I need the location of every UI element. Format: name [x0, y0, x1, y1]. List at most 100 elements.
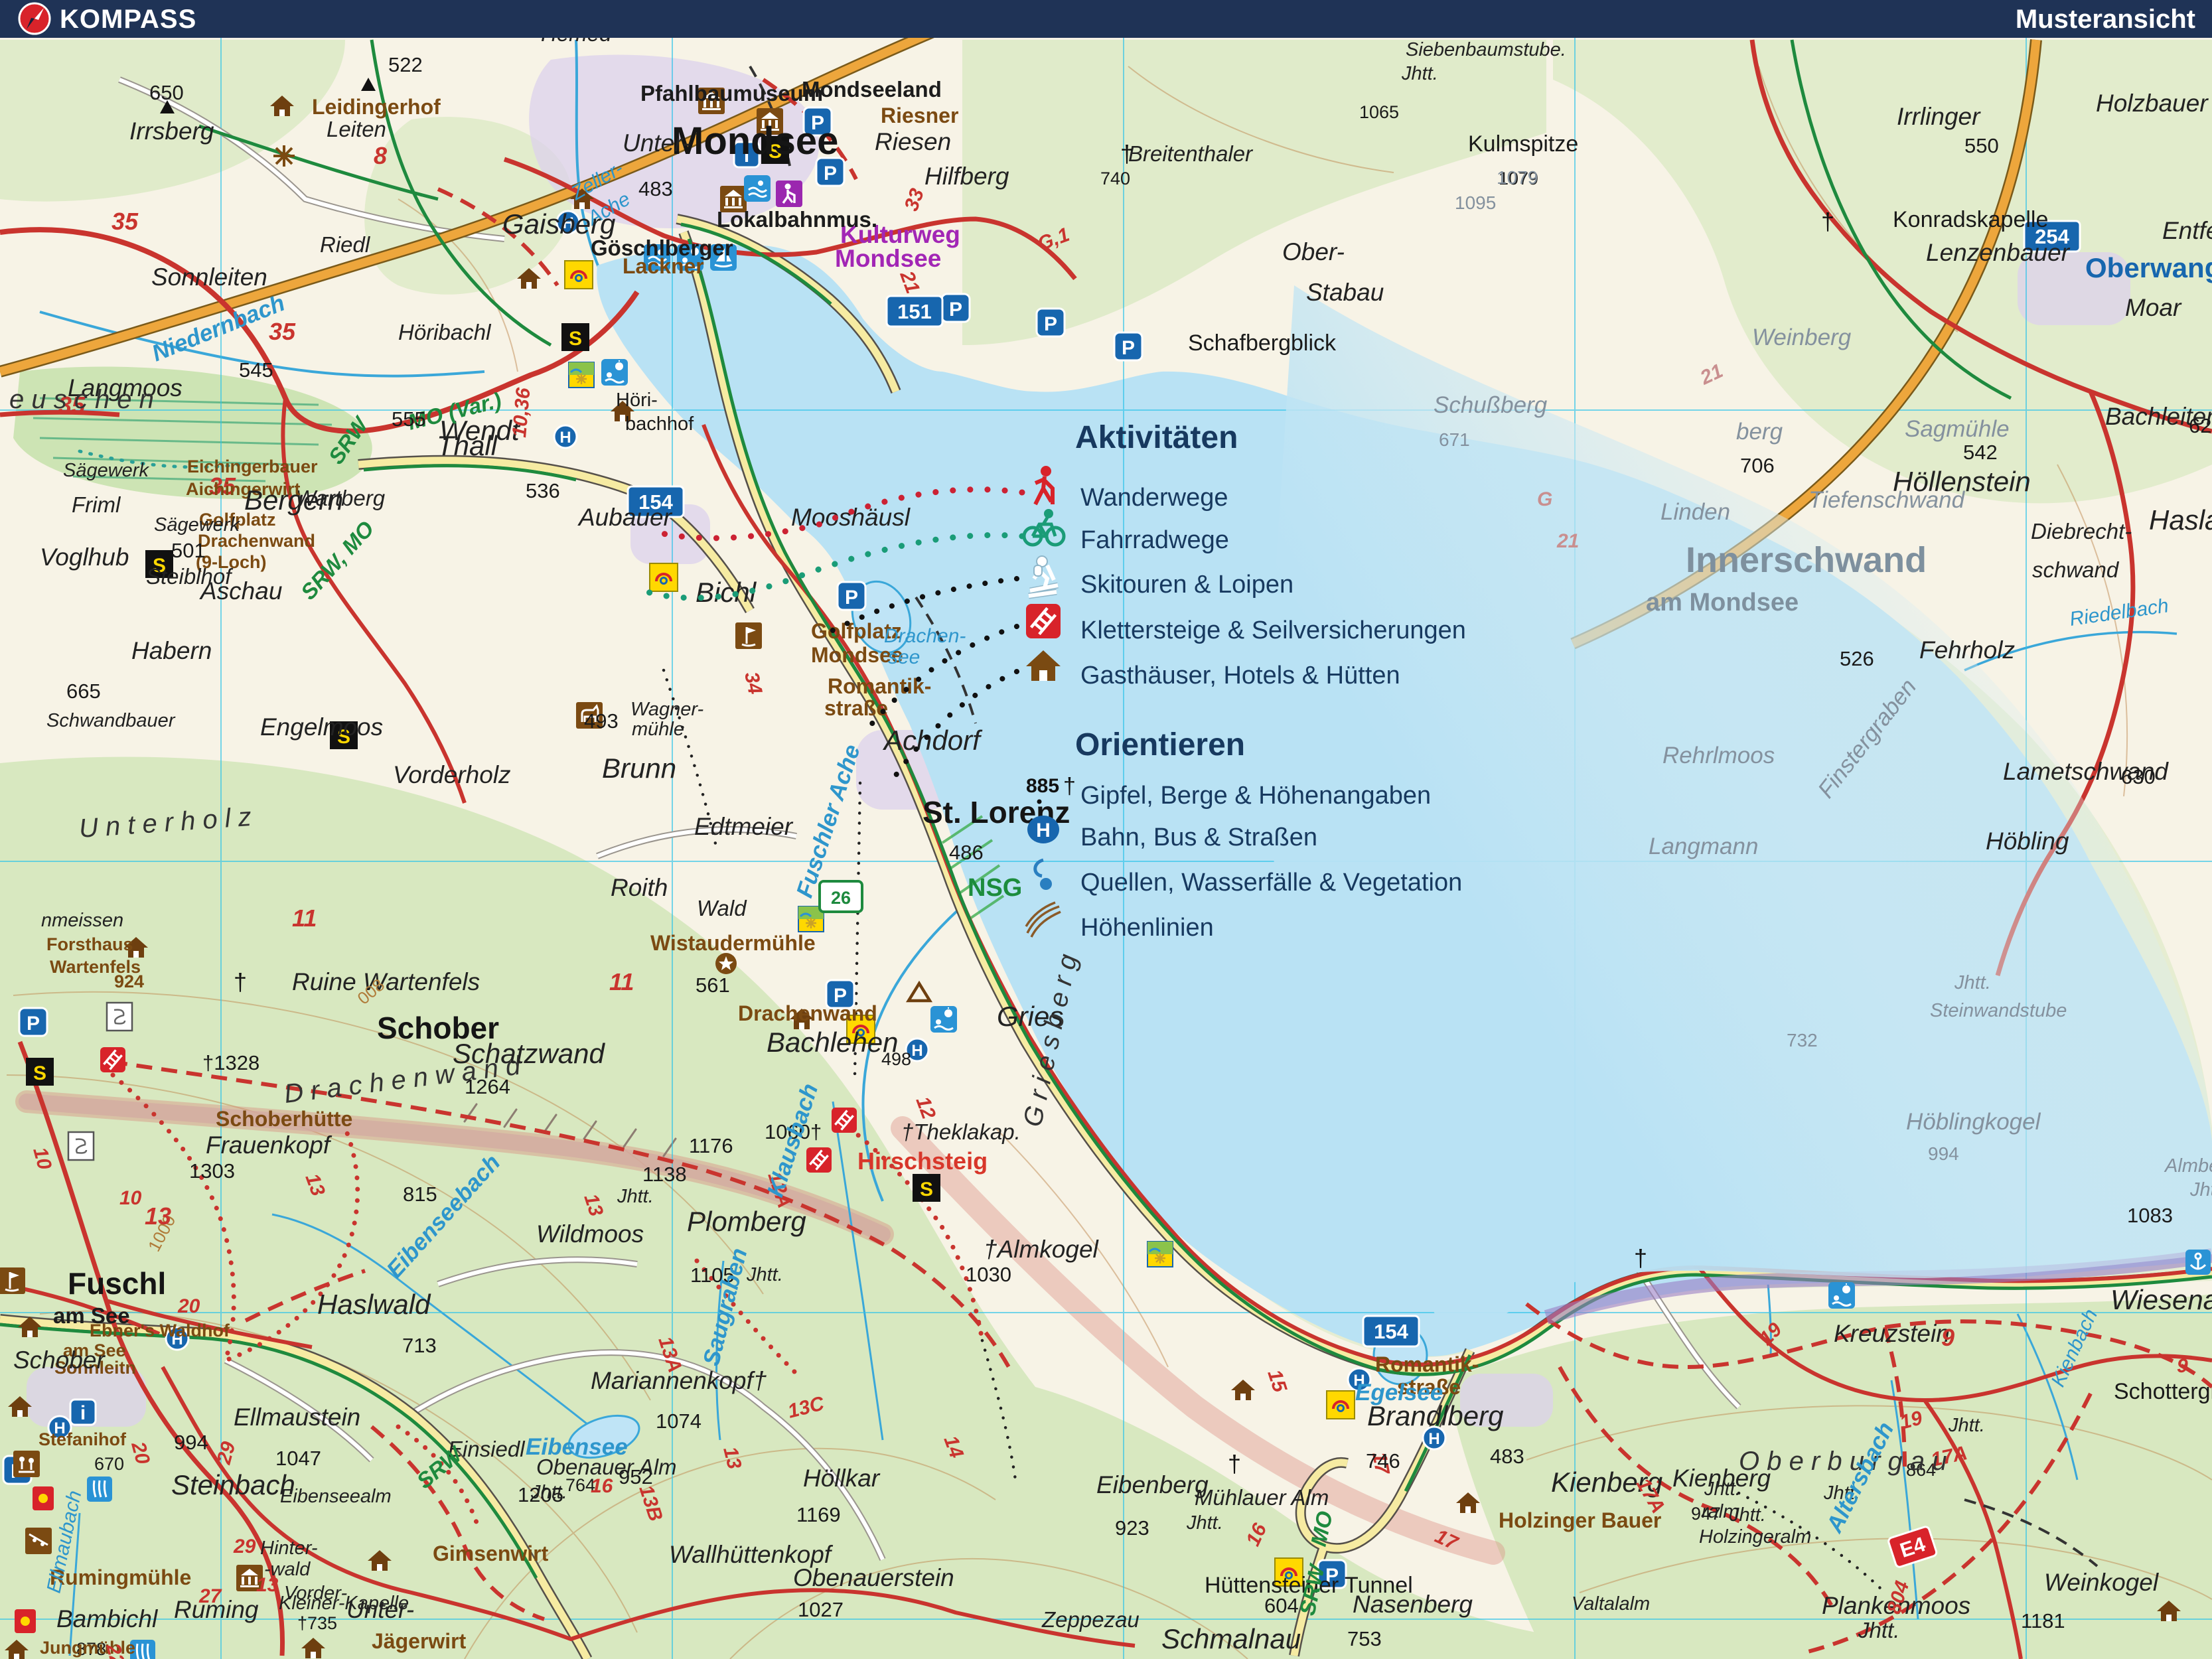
legend-activities-title: Aktivitäten	[1075, 420, 1238, 455]
map-label: Linden	[1660, 499, 1730, 525]
map-label: Höribachl	[398, 320, 492, 344]
map-label: 35	[269, 318, 296, 345]
map-label: Rumingmühle	[50, 1565, 191, 1589]
postbus-icon	[565, 261, 593, 289]
map-label: Lackner	[623, 254, 704, 278]
map-label: Eichingerbauer	[187, 457, 318, 476]
map-label: 35	[111, 208, 139, 235]
map-label: †1328	[202, 1051, 259, 1074]
map-label: Jhtt.	[530, 1482, 567, 1503]
map-label: Holzingeralm	[1699, 1526, 1811, 1548]
golf-icon	[0, 1267, 25, 1294]
map-label: Gaisberg	[502, 208, 615, 240]
map-label: Konradskapelle	[1893, 207, 2048, 232]
map-label: †	[1821, 208, 1834, 235]
map-label: Kulmspitze	[1468, 131, 1578, 157]
map-label: 650	[149, 81, 184, 104]
ski-lift-icon	[25, 1528, 52, 1554]
map-label: Schottergrube	[2114, 1379, 2212, 1404]
map-label: Breitenthaler	[1128, 141, 1254, 166]
svg-text:Klettersteige & Seilversicheru: Klettersteige & Seilversicherungen	[1080, 616, 1466, 644]
map-label: Wald	[697, 896, 747, 920]
map-label: 522	[388, 53, 423, 76]
map-label: Mondseeland	[802, 77, 942, 102]
map-label: Lenzenbauer	[1926, 239, 2071, 266]
map-label: NSG	[968, 874, 1022, 902]
map-label: Leiten	[327, 117, 386, 141]
map-label: 1047	[275, 1447, 321, 1470]
windmill-icon	[273, 145, 295, 167]
map-label: Langmann	[1649, 833, 1758, 859]
beach-icon	[930, 1006, 957, 1033]
ski-route-marker-icon	[1147, 1242, 1173, 1267]
map-label: 11	[609, 968, 634, 995]
map-label: Weinberg	[1752, 325, 1852, 350]
map-label: -wald	[264, 1559, 311, 1580]
map-label: Eibenseealm	[280, 1486, 392, 1507]
map-label: am Mondsee	[1646, 589, 1799, 616]
map-label: 21	[1556, 530, 1579, 552]
map-label: Stabau	[1306, 279, 1384, 306]
map-label: Höblingkogel	[1906, 1109, 2041, 1135]
ski-school-icon	[26, 1058, 54, 1086]
map-label: 1030	[966, 1263, 1011, 1286]
map-label: Bergern	[244, 484, 343, 516]
map-label: Friml	[72, 492, 121, 517]
map-label: Holzbauer	[2096, 90, 2209, 117]
map-label: 994	[174, 1431, 208, 1454]
map-label: 1074	[656, 1409, 701, 1433]
svg-text:Wanderwege: Wanderwege	[1080, 484, 1228, 512]
map-label: Jhtt.	[1954, 972, 1991, 993]
page-title: Musteransicht	[2016, 5, 2195, 34]
svg-text:885: 885	[1026, 775, 1059, 797]
map-label: Hirschsteig	[857, 1147, 988, 1175]
map-label: 1169	[796, 1503, 841, 1526]
map-label: 1083	[2127, 1204, 2173, 1227]
bus-stop-icon: H	[1027, 816, 1059, 843]
map-label: Steinbach	[171, 1469, 295, 1500]
map-label: 526	[1840, 647, 1874, 670]
map-label: Stefanihof	[38, 1429, 127, 1449]
map-label: Schober	[13, 1346, 106, 1374]
map-label: Bichl	[696, 577, 757, 608]
map-label: Höri-	[616, 390, 658, 411]
map-canvas[interactable]: P H S i	[0, 0, 2212, 1659]
map-label: 1176	[689, 1134, 733, 1157]
map-label: Moar	[2125, 294, 2182, 321]
map-label: 486	[949, 841, 984, 864]
map-label: 1181	[2021, 1609, 2065, 1632]
map-label: Jhtt.	[1401, 63, 1438, 84]
map-label: †Theklakap.	[901, 1119, 1021, 1144]
map-label: Wagner-	[630, 699, 703, 720]
map-label: 9	[1941, 1324, 1954, 1351]
map-label: Pfahlbaumuseum	[640, 81, 823, 106]
map-label: straße	[824, 696, 888, 720]
kompass-logo[interactable]: KOMPASS	[19, 3, 196, 34]
svg-text:Bahn, Bus & Straßen: Bahn, Bus & Straßen	[1080, 824, 1317, 851]
map-label: Schmalnau	[1161, 1623, 1301, 1654]
map-label: Thall	[437, 430, 498, 461]
map-label: Ober-	[1282, 238, 1345, 265]
map-label: Hinter-	[260, 1538, 318, 1559]
map-label: 732	[1787, 1030, 1818, 1050]
postbus-icon	[650, 563, 678, 591]
map-label: Vorderholz	[393, 761, 511, 788]
map-label: 29	[233, 1536, 256, 1557]
beach-icon	[1828, 1282, 1855, 1309]
map-label: Sonnleiten	[151, 263, 267, 291]
map-label: 1095	[1455, 192, 1496, 213]
map-label: bachhof	[625, 413, 694, 435]
map-label: Zeppezau	[1041, 1607, 1140, 1632]
map-label: Valtalalm	[1572, 1593, 1650, 1615]
map-label: Voglhub	[40, 543, 129, 571]
topo-guide-icon	[107, 1003, 132, 1031]
map-label: 604	[1264, 1594, 1299, 1617]
map-label: Frauenkopf	[206, 1131, 332, 1159]
map-label: Jhtt.	[1948, 1415, 1985, 1436]
climb-icon	[832, 1108, 857, 1133]
map-label: Jhtt.	[1858, 1618, 1899, 1642]
map-label: †Almkogel	[984, 1236, 1100, 1263]
bus-stop-icon	[554, 425, 577, 448]
map-label: Achdorf	[882, 725, 983, 756]
map-label: 665	[66, 680, 101, 703]
